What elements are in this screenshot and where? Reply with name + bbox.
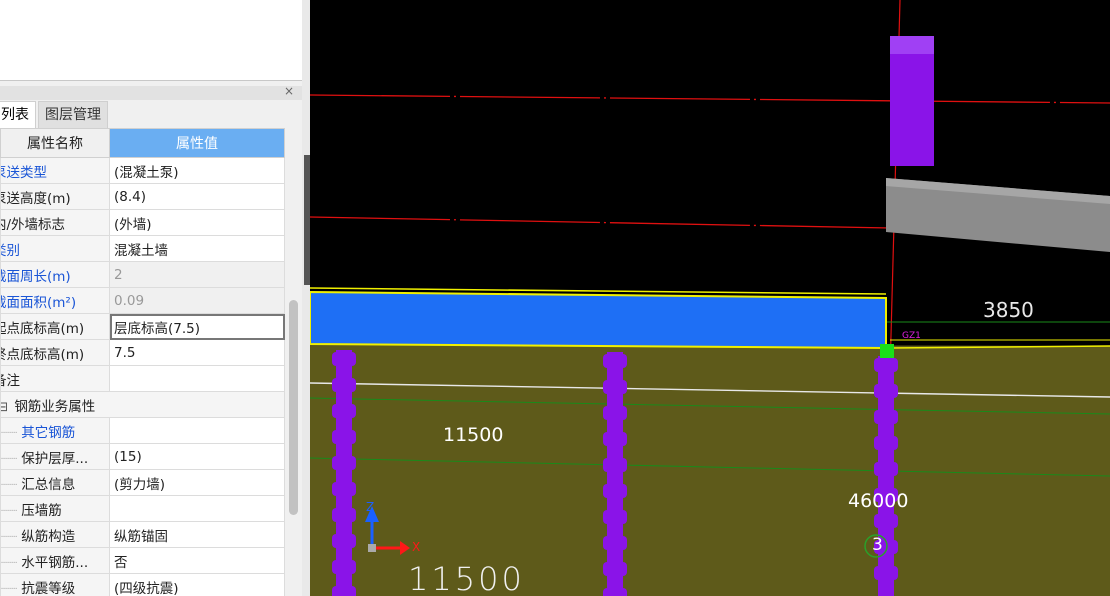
axis-number: 3: [872, 535, 883, 555]
axis-line: [310, 94, 1110, 104]
table-row[interactable]: ┈┈ 压墙筋: [0, 495, 285, 522]
table-row[interactable]: ┈┈ 其它钢筋: [0, 417, 285, 444]
dimension-11500-large: 11500: [408, 560, 525, 596]
property-name: 起点底标高(m): [0, 313, 110, 340]
property-name: 截面周长(m): [0, 261, 110, 288]
table-row[interactable]: ┈┈ 保护层厚... (15): [0, 443, 285, 470]
property-value[interactable]: (混凝土泵): [109, 157, 285, 184]
table-row[interactable]: 泵送类型 (混凝土泵): [0, 157, 285, 184]
property-value[interactable]: 7.5: [109, 339, 285, 366]
property-value[interactable]: 纵筋锚固: [109, 521, 285, 548]
ucs-origin: [368, 544, 376, 552]
property-value[interactable]: [109, 495, 285, 522]
table-row[interactable]: 起点底标高(m) 层底标高(7.5): [0, 313, 285, 340]
property-value[interactable]: [109, 417, 285, 444]
property-header-row: 属性名称 属性值: [0, 128, 285, 158]
property-value-editor[interactable]: 层底标高(7.5): [109, 313, 285, 340]
property-name: 泵送高度(m): [0, 183, 110, 210]
table-row[interactable]: 类别 混凝土墙: [0, 235, 285, 262]
property-value: 2: [109, 261, 285, 288]
property-value[interactable]: (四级抗震): [109, 573, 285, 596]
property-value[interactable]: (8.4): [109, 183, 285, 210]
properties-panel: × 列表 图层管理 属性名称 属性值 泵送类型 (混凝土泵) 泵送高度(m) (…: [0, 0, 310, 596]
table-row[interactable]: ⊟钢筋业务属性: [0, 391, 285, 418]
property-value[interactable]: (外墙): [109, 209, 285, 236]
tab-layer-management[interactable]: 图层管理: [38, 101, 108, 129]
property-name: ┈┈ 汇总信息: [0, 469, 110, 496]
table-row[interactable]: 截面周长(m) 2: [0, 261, 285, 288]
property-name: 截面面积(m²): [0, 287, 110, 314]
dimension-11500: 11500: [443, 424, 504, 446]
dimension-3850: 3850: [983, 298, 1034, 322]
table-row[interactable]: ┈┈ 纵筋构造 纵筋锚固: [0, 521, 285, 548]
column-label: GZ1: [902, 331, 921, 341]
property-name: ┈┈ 保护层厚...: [0, 443, 110, 470]
property-name: 终点底标高(m): [0, 339, 110, 366]
upper-blank-pane: [0, 0, 305, 81]
property-grid: 属性名称 属性值 泵送类型 (混凝土泵) 泵送高度(m) (8.4) 内/外墙标…: [0, 128, 285, 596]
property-name-header: 属性名称: [0, 128, 110, 158]
property-value[interactable]: [109, 365, 285, 392]
property-name: ┈┈ 纵筋构造: [0, 521, 110, 548]
table-row[interactable]: 泵送高度(m) (8.4): [0, 183, 285, 210]
property-name: ┈┈ 压墙筋: [0, 495, 110, 522]
axis-line: [310, 216, 891, 229]
close-icon[interactable]: ×: [284, 84, 294, 98]
property-table: 属性名称 属性值 泵送类型 (混凝土泵) 泵送高度(m) (8.4) 内/外墙标…: [0, 128, 285, 596]
scrollbar-thumb[interactable]: [289, 300, 298, 515]
property-name: 类别: [0, 235, 110, 262]
property-value[interactable]: (15): [109, 443, 285, 470]
property-name: 泵送类型: [0, 157, 110, 184]
panel-splitter[interactable]: [302, 0, 310, 596]
panel-tabs: 列表 图层管理: [0, 101, 110, 129]
table-row[interactable]: ┈┈ 水平钢筋... 否: [0, 547, 285, 574]
table-row[interactable]: 终点底标高(m) 7.5: [0, 339, 285, 366]
property-name: ┈┈ 其它钢筋: [0, 417, 110, 444]
z-axis-label: Z: [366, 500, 375, 514]
column-top[interactable]: [890, 36, 934, 166]
table-row[interactable]: ┈┈ 抗震等级 (四级抗震): [0, 573, 285, 596]
property-name: ┈┈ 水平钢筋...: [0, 547, 110, 574]
property-name: ┈┈ 抗震等级: [0, 573, 110, 596]
property-value: 0.09: [109, 287, 285, 314]
property-name: 备注: [0, 365, 110, 392]
collapse-icon[interactable]: ⊟: [2, 399, 9, 415]
column-top-face: [890, 36, 934, 54]
wall-face[interactable]: [310, 344, 1110, 596]
table-row[interactable]: 备注: [0, 365, 285, 392]
x-axis-label: X: [412, 540, 421, 554]
3d-viewport[interactable]: 3850 11500 46000 11500 3 GZ1 Z X: [310, 0, 1110, 596]
group-row-rebar-properties[interactable]: ⊟钢筋业务属性: [0, 391, 285, 418]
selected-wall[interactable]: [310, 290, 887, 350]
property-value[interactable]: 混凝土墙: [109, 235, 285, 262]
tab-list[interactable]: 列表: [0, 101, 36, 129]
property-value[interactable]: 否: [109, 547, 285, 574]
panel-header: ×: [0, 84, 302, 100]
property-value[interactable]: (剪力墙): [109, 469, 285, 496]
table-row[interactable]: 截面面积(m²) 0.09: [0, 287, 285, 314]
table-row[interactable]: 内/外墙标志 (外墙): [0, 209, 285, 236]
property-name: 内/外墙标志: [0, 209, 110, 236]
column-grip[interactable]: [880, 344, 894, 358]
dimension-46000: 46000: [848, 490, 909, 512]
property-value-header: 属性值: [109, 128, 285, 158]
table-row[interactable]: ┈┈ 汇总信息 (剪力墙): [0, 469, 285, 496]
